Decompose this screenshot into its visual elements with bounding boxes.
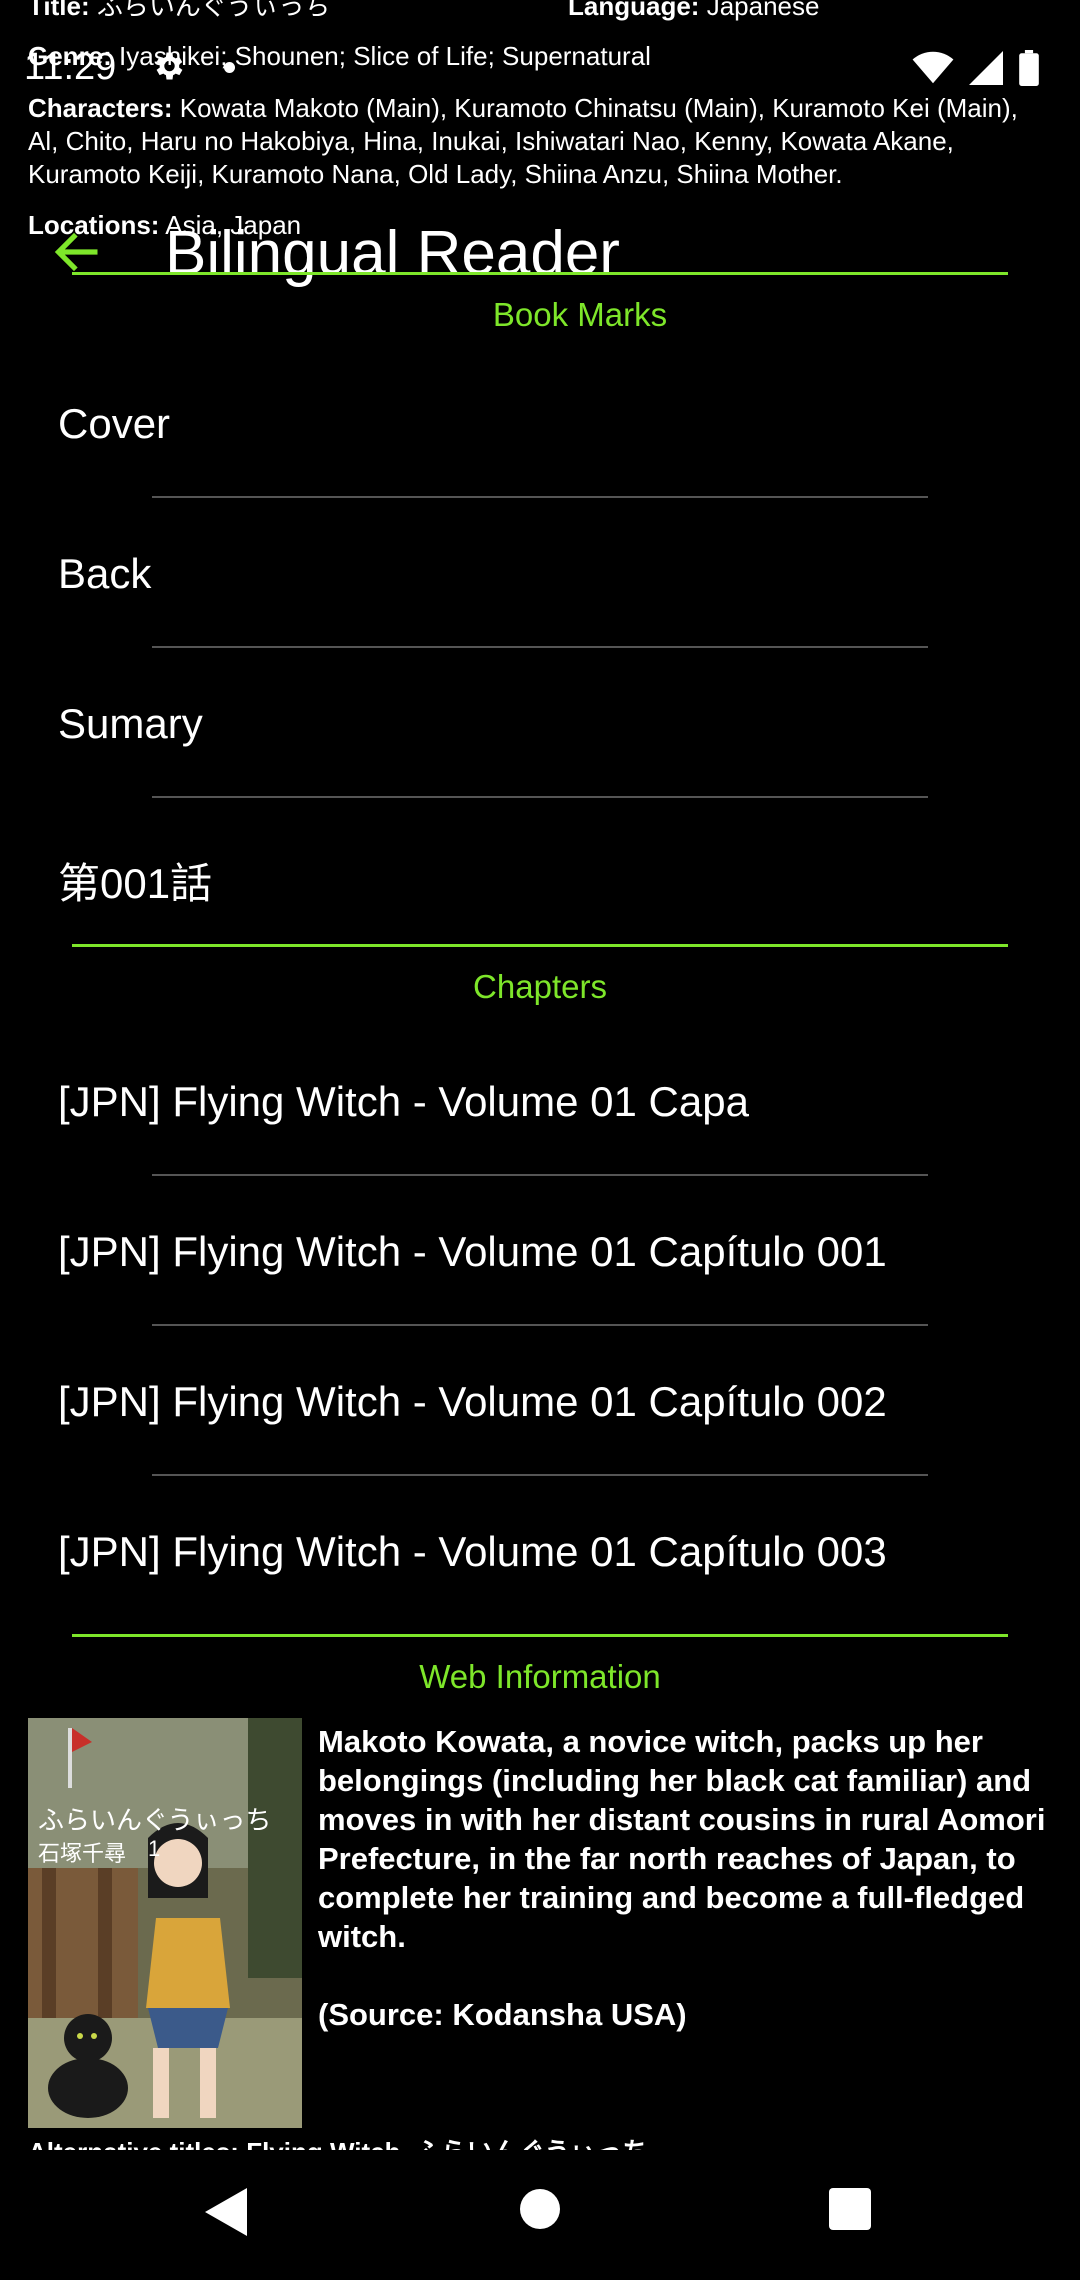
dot-icon [224,62,235,73]
bookmark-item-back[interactable]: Back [58,550,151,598]
meta-language-value: Japanese [706,0,820,21]
meta-characters-label: Characters: [28,93,173,123]
nav-home-button[interactable] [519,2188,561,2235]
chapters-top-divider [72,944,1008,947]
signal-icon [968,51,1004,90]
cover-author: 石塚千尋 [38,1841,127,1866]
list-divider [152,1324,928,1326]
status-icons [912,50,1040,91]
meta-title-label: Title: [28,0,90,21]
chapter-item[interactable]: [JPN] Flying Witch - Volume 01 Capítulo … [58,1528,887,1576]
alt-titles-value: Flying Witch, ふらいんぐうぃっち [246,2137,648,2150]
meta-characters: Characters: Kowata Makoto (Main), Kuramo… [28,92,1028,191]
nav-recents-button[interactable] [829,2188,871,2235]
bookmark-item-sumary[interactable]: Sumary [58,700,203,748]
list-divider [152,496,928,498]
chapter-item[interactable]: [JPN] Flying Witch - Volume 01 Capa [58,1078,749,1126]
summary-body: Makoto Kowata, a novice witch, packs up … [318,1724,1046,1954]
chapters-header: Chapters [473,968,607,1005]
status-time: 11:29 [24,46,117,88]
list-divider [152,796,928,798]
recents-square-icon [829,2188,871,2230]
cover-volume: 1 [148,1836,161,1861]
settings-icon [150,48,186,84]
meta-title-line: Title: ふらいんぐうぃっち Language: Japanese [28,0,1028,23]
bookmark-item-cover[interactable]: Cover [58,400,170,448]
arrow-left-icon [54,232,98,272]
meta-language-label: Language: [568,0,700,21]
cover-title-jp: ふらいんぐうぃっち [38,1805,272,1835]
app-title: Bilingual Reader [165,219,620,288]
list-divider [152,1174,928,1176]
meta-genre-value: Iyashikei; Shounen; Slice of Life; Super… [119,41,651,71]
list-divider [152,1474,928,1476]
bookmarks-header: Book Marks [492,296,668,333]
meta-title-value: ふらいんぐうぃっち [96,0,331,21]
alt-titles-label: Alternative titles: [28,2137,239,2150]
list-divider [152,646,928,648]
bookmark-item-chapter-001[interactable]: 第001話 [58,850,212,911]
chapter-item[interactable]: [JPN] Flying Witch - Volume 01 Capítulo … [58,1228,887,1276]
back-arrow-button[interactable] [52,226,104,278]
battery-icon [1018,50,1040,91]
wifi-icon [912,51,954,90]
meta-characters-value: Kowata Makoto (Main), Kuramoto Chinatsu … [28,93,1018,189]
home-circle-icon [520,2189,560,2229]
nav-back-button[interactable] [205,2188,249,2241]
webinfo-header: Web Information [419,1658,661,1695]
webinfo-top-divider [72,1634,1008,1637]
back-triangle-icon [205,2188,247,2236]
bookmarks-top-divider [72,272,1008,275]
summary-source: (Source: Kodansha USA) [318,1997,687,2032]
summary-text: Makoto Kowata, a novice witch, packs up … [318,1722,1058,2034]
manga-cover-image: ふらいんぐうぃっち 石塚千尋 1 [28,1718,302,2128]
alt-titles: Alternative titles: Flying Witch, ふらいんぐう… [28,2132,688,2150]
chapter-item[interactable]: [JPN] Flying Witch - Volume 01 Capítulo … [58,1378,887,1426]
